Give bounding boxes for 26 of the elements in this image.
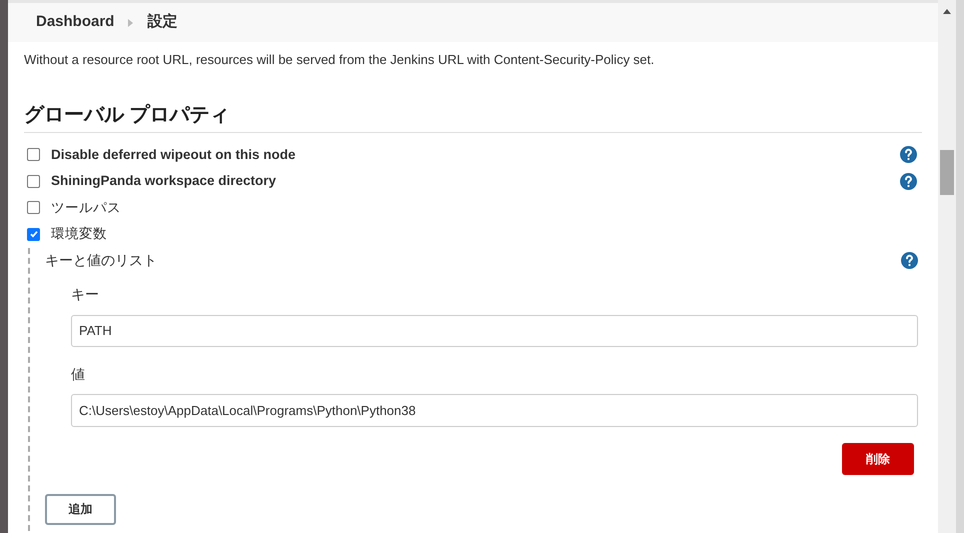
property-label: 環境変数 — [51, 225, 108, 244]
key-label: キー — [71, 284, 100, 304]
checkbox[interactable] — [27, 174, 40, 188]
property-label: Disable deferred wipeout on this node — [51, 146, 297, 164]
breadcrumb-link[interactable]: Dashboard — [36, 11, 114, 34]
value-label: 値 — [71, 364, 86, 384]
delete-button[interactable]: 削除 — [842, 442, 914, 474]
checkbox[interactable] — [27, 228, 40, 241]
description-text: Without a resource root URL, resources will be served from the Jenkins URL with Content-Security-Policy set. — [24, 51, 656, 69]
property-label: ShiningPanda workspace directory — [51, 172, 278, 190]
help-icon[interactable] — [900, 146, 917, 164]
breadcrumb-link[interactable]: 設定 — [147, 11, 178, 34]
scrollbar[interactable] — [938, 0, 956, 533]
scroll-up-icon[interactable] — [943, 9, 951, 14]
scrollbar-thumb[interactable] — [940, 150, 954, 195]
value-field[interactable]: C:\Users\estoy\AppData\Local\Programs\Python\Python38 — [71, 394, 918, 426]
checkbox[interactable] — [27, 201, 40, 214]
section-heading: グローバル プロパティ — [24, 100, 922, 132]
add-button[interactable]: 追加 — [45, 494, 116, 524]
list-label: キーと値のリスト — [45, 251, 157, 270]
chevron-icon — [128, 18, 134, 26]
help-icon[interactable] — [901, 252, 918, 269]
key-field[interactable]: PATH — [71, 314, 918, 346]
property-label: ツールパス — [51, 198, 122, 217]
checkbox[interactable] — [27, 148, 40, 162]
help-icon[interactable] — [900, 172, 917, 190]
